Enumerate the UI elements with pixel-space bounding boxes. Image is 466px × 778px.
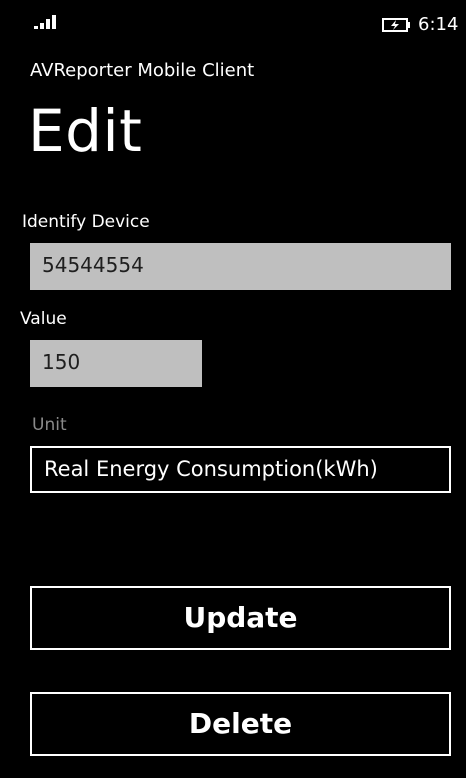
status-time: 6:14	[418, 14, 459, 35]
device-label: Identify Device	[22, 212, 150, 232]
value-field[interactable]: 150	[30, 340, 202, 387]
status-bar: 6:14	[0, 0, 466, 40]
delete-button[interactable]: Delete	[30, 692, 451, 756]
app-title: AVReporter Mobile Client	[30, 60, 255, 81]
signal-strength-icon	[34, 15, 56, 29]
unit-select[interactable]: Real Energy Consumption(kWh)	[30, 446, 451, 493]
unit-label: Unit	[32, 415, 67, 435]
battery-charging-icon	[382, 18, 410, 32]
page-title: Edit	[28, 97, 143, 165]
value-label: Value	[20, 309, 67, 329]
device-id-field[interactable]: 54544554	[30, 243, 451, 290]
update-button[interactable]: Update	[30, 586, 451, 650]
